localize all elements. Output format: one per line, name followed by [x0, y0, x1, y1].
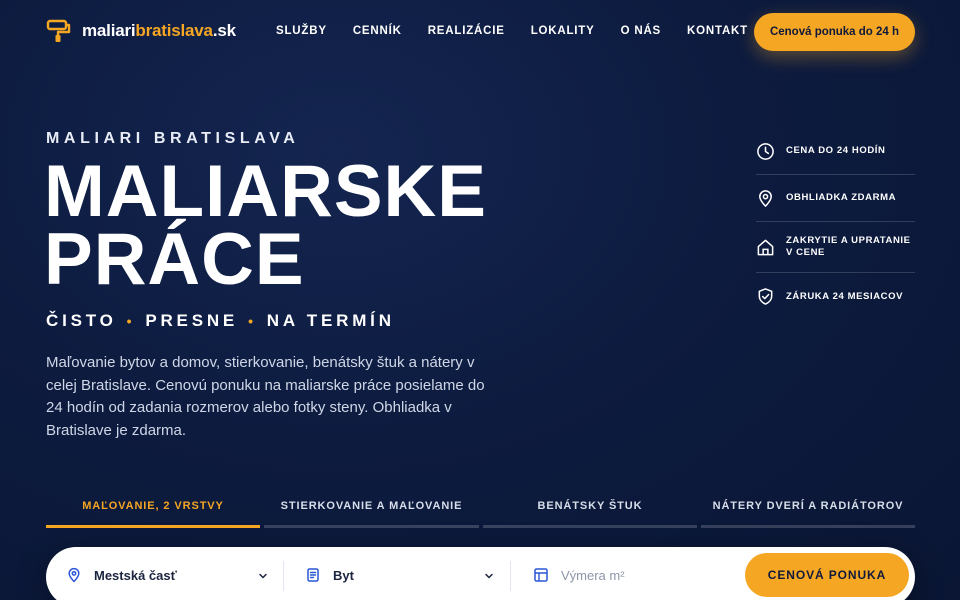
document-icon — [307, 568, 319, 582]
top-navigation: maliaribratislava.sk SLUŽBY CENNÍK REALI… — [0, 0, 960, 64]
location-pin-icon — [759, 189, 772, 207]
field-divider — [510, 561, 511, 591]
feature-label: CENA DO 24 HODÍN — [786, 145, 886, 156]
layout-icon — [534, 568, 548, 582]
feature-item: ZÁRUKA 24 MESIACOV — [756, 273, 915, 320]
tab-natery[interactable]: NÁTERY DVERÍ A RADIÁTOROV — [701, 498, 915, 528]
feature-item: CENA DO 24 HODÍN — [756, 128, 915, 175]
tab-stierkovanie[interactable]: STIERKOVANIE A MAĽOVANIE — [264, 498, 479, 528]
tagline-item: NA TERMÍN — [266, 311, 395, 330]
chevron-down-icon — [259, 573, 267, 579]
clock-icon — [757, 142, 774, 160]
logo[interactable]: maliaribratislava.sk — [46, 18, 236, 44]
feature-item: ZAKRYTIE A UPRATANIE V CENE — [756, 222, 915, 273]
tagline-item: ČISTO — [46, 311, 117, 330]
hero-title-line-2: PRÁCE — [44, 219, 305, 300]
chevron-down-icon — [485, 573, 493, 579]
tab-malovanie[interactable]: MAĽOVANIE, 2 VRSTVY — [46, 498, 260, 528]
tagline-item: PRESNE — [145, 311, 239, 330]
submit-quote-button[interactable]: CENOVÁ PONUKA — [745, 553, 909, 597]
feature-item: OBHLIADKA ZDARMA — [756, 175, 915, 222]
district-select[interactable]: Mestská časť — [66, 547, 298, 600]
property-type-select[interactable]: Byt — [305, 547, 497, 600]
area-field — [533, 547, 733, 600]
feature-label: OBHLIADKA ZDARMA — [786, 192, 897, 203]
feature-label: ZÁRUKA 24 MESIACOV — [786, 290, 904, 302]
paint-roller-icon — [46, 19, 71, 42]
tagline-separator: • — [248, 313, 257, 329]
menu-item-sluzby[interactable]: SLUŽBY — [276, 25, 327, 37]
area-input[interactable] — [561, 567, 711, 583]
main-menu: SLUŽBY CENNÍK REALIZÁCIE LOKALITY O NÁS … — [276, 25, 774, 37]
menu-item-lokality[interactable]: LOKALITY — [531, 25, 595, 37]
property-type-value: Byt — [333, 567, 354, 583]
menu-item-cennik[interactable]: CENNÍK — [353, 25, 402, 37]
feature-label: ZAKRYTIE A UPRATANIE V CENE — [786, 235, 911, 258]
location-pin-icon — [68, 567, 80, 583]
house-icon — [757, 239, 774, 255]
quote-button-header[interactable]: Cenová ponuka do 24 h — [754, 13, 915, 51]
tagline-separator: • — [126, 313, 136, 329]
hero-title-line-1: MALIARSKE — [44, 151, 487, 232]
field-divider — [283, 561, 284, 591]
logo-text: maliaribratislava.sk — [82, 21, 236, 40]
hero-description: Maľovanie bytov a domov, stierkovanie, b… — [46, 354, 485, 439]
shield-check-icon — [758, 288, 773, 305]
menu-item-o-nas[interactable]: O NÁS — [621, 25, 661, 37]
features-list: CENA DO 24 HODÍN OBHLIADKA ZDARMA ZAKRYT… — [756, 128, 915, 320]
service-tabs: MAĽOVANIE, 2 VRSTVY STIERKOVANIE A MAĽOV… — [46, 498, 915, 528]
hero-tagline: ČISTO • PRESNE • NA TERMÍN — [46, 311, 395, 331]
menu-item-kontakt[interactable]: KONTAKT — [687, 25, 748, 37]
menu-item-realizacie[interactable]: REALIZÁCIE — [428, 25, 505, 37]
hero-title: MALIARSKE PRÁCE — [44, 151, 487, 300]
tab-benatsky-stuk[interactable]: BENÁTSKY ŠTUK — [483, 498, 697, 528]
hero-eyebrow: MALIARI BRATISLAVA — [46, 130, 300, 147]
quote-form: Mestská časť Byt CENOVÁ PONUKA — [46, 547, 915, 600]
district-select-value: Mestská časť — [94, 567, 177, 583]
